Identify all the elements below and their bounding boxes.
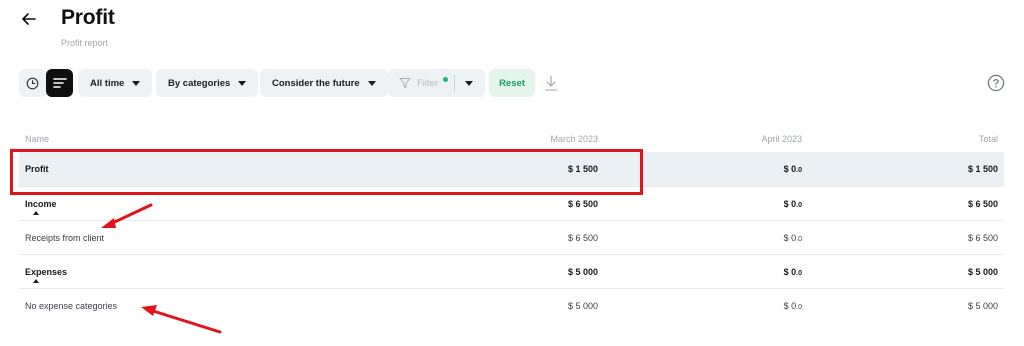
period-dropdown[interactable]: All time bbox=[78, 69, 153, 97]
cell-april-main: $ 0 bbox=[783, 267, 797, 277]
cell-march: $ 5 000 bbox=[567, 301, 598, 311]
caret-down-icon bbox=[238, 80, 247, 86]
cell-april-decimals: .0 bbox=[796, 236, 802, 243]
collapse-caret-icon[interactable] bbox=[33, 279, 39, 283]
cell-total: $ 6 500 bbox=[967, 199, 998, 209]
timeline-view-button[interactable] bbox=[19, 69, 46, 97]
column-header-march: March 2023 bbox=[550, 134, 598, 144]
future-dropdown[interactable]: Consider the future bbox=[260, 69, 388, 97]
cell-april: $ 0.0 bbox=[784, 164, 802, 174]
cell-april: $ 0.0 bbox=[784, 301, 802, 311]
cell-march: $ 6 500 bbox=[567, 199, 598, 209]
table-row-receipts: Receipts from client $ 6 500 $ 0.0 $ 6 5… bbox=[19, 220, 1004, 254]
cell-april-decimals: .0 bbox=[796, 202, 802, 209]
cell-april: $ 0.0 bbox=[784, 233, 802, 243]
cell-april-main: $ 0 bbox=[783, 199, 797, 209]
column-header-total: Total bbox=[978, 134, 998, 144]
grouping-dropdown[interactable]: By categories bbox=[156, 69, 259, 97]
caret-down-icon[interactable] bbox=[465, 81, 473, 86]
annotation-arrow-icon bbox=[101, 203, 153, 228]
cell-total: $ 1 500 bbox=[967, 164, 998, 174]
cell-april-decimals: .0 bbox=[796, 270, 802, 277]
row-name-label: Expenses bbox=[25, 267, 68, 277]
cell-april-decimals: .0 bbox=[796, 167, 802, 174]
row-name: Income bbox=[25, 199, 57, 215]
cell-total: $ 5 000 bbox=[967, 267, 998, 277]
row-name: No expense categories bbox=[25, 301, 118, 311]
caret-down-icon bbox=[367, 80, 376, 86]
future-dropdown-label: Consider the future bbox=[272, 77, 360, 89]
table-view-button[interactable] bbox=[46, 69, 73, 97]
cell-march: $ 6 500 bbox=[567, 233, 598, 243]
filter-label: Filter bbox=[417, 78, 439, 89]
page-subtitle: Profit report bbox=[61, 38, 109, 48]
collapse-caret-icon[interactable] bbox=[33, 211, 39, 215]
cell-april-main: $ 0 bbox=[783, 164, 797, 174]
cell-march: $ 5 000 bbox=[567, 267, 598, 277]
row-name: Receipts from client bbox=[25, 233, 105, 243]
help-icon[interactable] bbox=[987, 74, 1005, 92]
divider bbox=[454, 75, 455, 91]
active-filter-dot bbox=[443, 77, 448, 82]
cell-april-main: $ 0 bbox=[783, 233, 797, 243]
annotation-highlight-box bbox=[10, 149, 643, 195]
row-name: Expenses bbox=[25, 267, 68, 283]
page-title: Profit bbox=[61, 6, 115, 29]
row-name-label: Income bbox=[25, 199, 57, 209]
funnel-icon bbox=[399, 78, 411, 88]
cell-total: $ 5 000 bbox=[967, 301, 998, 311]
period-dropdown-label: All time bbox=[90, 77, 125, 89]
filter-dropdown[interactable]: Filter bbox=[388, 69, 485, 97]
cell-april-main: $ 0 bbox=[783, 301, 797, 311]
column-header-name: Name bbox=[25, 134, 50, 144]
cell-april: $ 0.0 bbox=[784, 267, 802, 277]
back-arrow-icon[interactable] bbox=[18, 8, 40, 30]
grouping-dropdown-label: By categories bbox=[168, 77, 231, 89]
reset-button[interactable]: Reset bbox=[489, 69, 535, 97]
cell-april-decimals: .0 bbox=[796, 304, 802, 311]
list-lines-icon bbox=[52, 78, 67, 88]
caret-down-icon bbox=[132, 80, 141, 86]
download-icon[interactable] bbox=[544, 74, 558, 92]
column-header-april: April 2023 bbox=[761, 134, 802, 144]
cell-total: $ 6 500 bbox=[967, 233, 998, 243]
clock-icon bbox=[26, 77, 39, 89]
cell-april: $ 0.0 bbox=[784, 199, 802, 209]
table-row-expenses[interactable]: Expenses $ 5 000 $ 0.0 $ 5 000 bbox=[19, 254, 1004, 288]
annotation-arrow-icon bbox=[141, 305, 222, 334]
